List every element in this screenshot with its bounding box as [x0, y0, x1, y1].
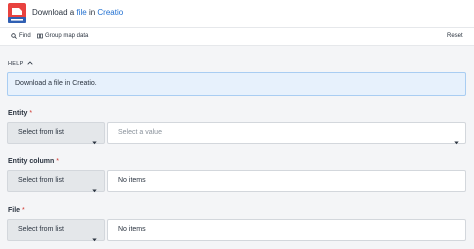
- search-icon: [11, 33, 17, 39]
- group-map-data-label: Group map data: [45, 33, 89, 39]
- title-file-link[interactable]: file: [76, 8, 86, 17]
- entity-placeholder: Select a value: [118, 129, 162, 136]
- help-toggle[interactable]: HELP: [8, 61, 33, 67]
- reset-label: Reset: [447, 33, 463, 39]
- entity-mode-label: Select from list: [18, 129, 64, 136]
- toolbar: Find Group map data Reset: [0, 28, 474, 46]
- entity-required-mark: *: [29, 110, 33, 117]
- entity-mode-select[interactable]: Select from list: [7, 122, 105, 145]
- file-mode-label: Select from list: [18, 226, 64, 233]
- header-bar: Download a file in Creatio: [0, 0, 474, 28]
- help-text: Download a file in Creatio.: [15, 80, 97, 87]
- file-label: File *: [8, 207, 25, 214]
- help-header-label: HELP: [8, 61, 24, 67]
- find-button[interactable]: Find: [11, 33, 31, 39]
- entity-column-required-mark: *: [56, 158, 59, 165]
- file-value: No items: [118, 226, 146, 233]
- entity-label: Entity *: [8, 110, 32, 117]
- entity-column-value: No items: [118, 177, 146, 184]
- entity-label-text: Entity: [8, 110, 28, 117]
- entity-column-mode-label: Select from list: [18, 177, 64, 184]
- file-mode-select[interactable]: Select from list: [7, 219, 105, 242]
- entity-column-label: Entity column *: [8, 158, 59, 165]
- page-title: Download a file in Creatio: [32, 8, 123, 17]
- title-mid: in: [86, 8, 98, 17]
- file-label-text: File: [8, 207, 21, 214]
- caret-down-icon: [92, 132, 97, 150]
- entity-column-label-text: Entity column: [8, 158, 55, 165]
- caret-down-icon: [92, 229, 97, 247]
- file-required-mark: *: [22, 207, 25, 214]
- entity-column-mode-select[interactable]: Select from list: [7, 170, 105, 193]
- find-label: Find: [19, 33, 31, 39]
- title-prefix: Download a: [32, 8, 77, 17]
- creatio-logo-icon: [8, 3, 26, 23]
- title-app-link[interactable]: Creatio: [97, 8, 123, 17]
- group-map-data-button[interactable]: Group map data: [37, 33, 88, 39]
- help-panel: Download a file in Creatio.: [7, 72, 466, 96]
- file-value-box: No items: [107, 219, 466, 241]
- reset-button[interactable]: Reset: [447, 33, 463, 39]
- caret-down-icon: [454, 132, 459, 150]
- chevron-up-icon: [26, 61, 33, 67]
- entity-value-select[interactable]: Select a value: [107, 122, 466, 145]
- group-icon: [37, 33, 43, 39]
- entity-column-value-box: No items: [107, 170, 466, 192]
- caret-down-icon: [92, 180, 97, 198]
